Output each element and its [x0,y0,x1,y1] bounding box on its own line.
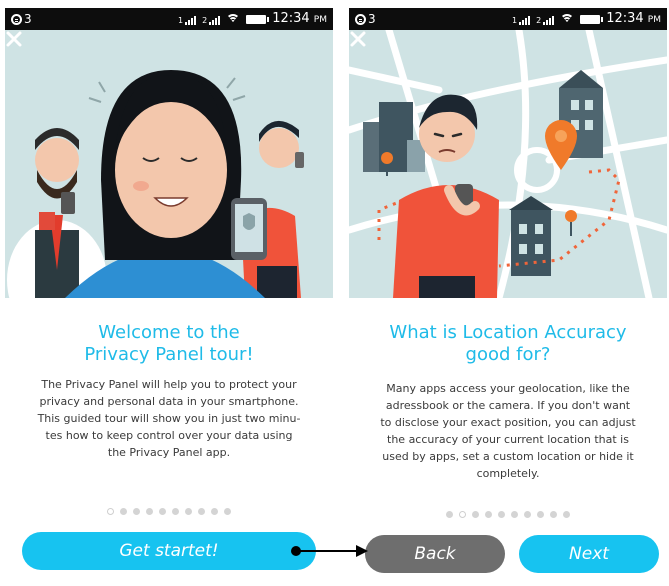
hero-illustration [5,30,333,298]
page-dot [511,511,518,518]
notification-icon [355,13,366,25]
page-dot [198,508,205,515]
signal-icon: 2 [536,14,555,25]
intro-text: The Privacy Panel will help you to prote… [37,378,301,459]
back-button[interactable]: Back [365,535,505,573]
signal-icon: 2 [202,14,221,25]
page-indicator [349,511,667,518]
page-dot [485,511,492,518]
map-illustration [349,30,667,298]
close-icon[interactable] [5,30,23,48]
status-bar: 3 1 2 12:34 PM [349,8,667,30]
notification-count: 3 [368,12,376,26]
get-started-button[interactable]: Get startet! [22,532,316,570]
page-dot [211,508,218,515]
signal-icon: 1 [512,14,531,25]
notification-count: 3 [24,12,32,26]
battery-icon [246,14,270,24]
close-icon[interactable] [349,30,367,48]
page-dot [550,511,557,518]
next-button[interactable]: Next [519,535,659,573]
page-title: What is Location Accuracy good for? [389,322,627,365]
battery-icon [580,14,604,24]
status-bar: 3 1 2 12:34 PM [5,8,333,30]
page-dot [107,508,114,515]
location-text: Many apps access your geolocation, like … [380,382,636,480]
page-dot [120,508,127,515]
page-dot [563,511,570,518]
page-dot [446,511,453,518]
page-dot [224,508,231,515]
notification-icon [11,13,22,25]
signal-icon: 1 [178,14,197,25]
page-dot [537,511,544,518]
page-dot [146,508,153,515]
page-title: Welcome to the Privacy Panel tour! [84,322,254,365]
page-dot [459,511,466,518]
page-dot [524,511,531,518]
page-dot [159,508,166,515]
wifi-icon [226,13,241,25]
page-dot [172,508,179,515]
page-dot [185,508,192,515]
people-illustration [7,70,304,298]
page-dot [498,511,505,518]
page-dot [472,511,479,518]
location-accuracy-screen: 3 1 2 12:34 PM What is Location Accuracy… [349,8,667,586]
hero-illustration [349,30,667,298]
page-dot [133,508,140,515]
page-indicator [5,508,333,515]
clock: 12:34 PM [606,10,661,26]
welcome-screen: 3 1 2 12:34 PM Welcome to the Privacy Pa… [5,8,333,586]
clock: 12:34 PM [272,10,327,26]
wifi-icon [560,13,575,25]
